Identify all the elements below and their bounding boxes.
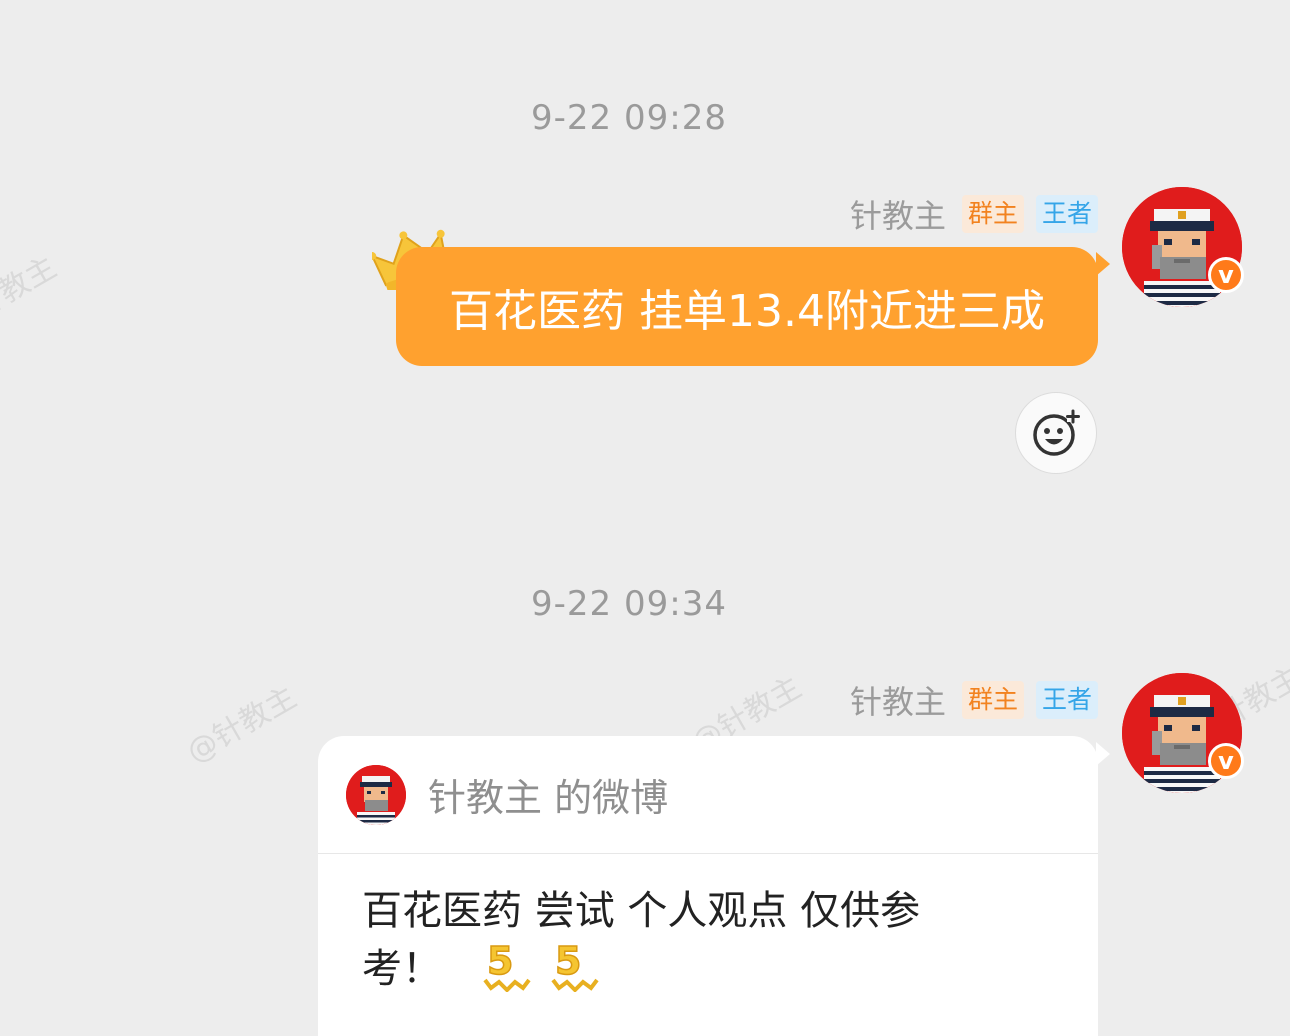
card-header: 针教主 的微博 [318, 736, 1098, 854]
watermark: @针教主 [0, 249, 63, 341]
avatar[interactable]: v [1122, 673, 1244, 793]
message-timestamp: 9-22 09:34 [531, 584, 727, 624]
message-timestamp: 9-22 09:28 [531, 98, 727, 138]
card-body: 百花医药 尝试 个人观点 仅供参 考！ 5 5 [318, 854, 1098, 998]
sender-row: 针教主 群主 王者 [850, 191, 1098, 237]
owner-badge: 群主 [961, 195, 1024, 233]
add-reaction-button[interactable] [1015, 392, 1097, 474]
watermark: @针教主 [181, 679, 303, 771]
card-text-line: 百花医药 尝试 个人观点 仅供参 [362, 888, 921, 934]
svg-text:5: 5 [555, 940, 581, 983]
message-bubble[interactable]: 百花医药 挂单13.4附近进三成 [396, 247, 1098, 366]
verified-v-icon: v [1208, 743, 1244, 779]
card-title: 针教主 的微博 [428, 776, 669, 820]
add-emoji-icon [1033, 409, 1080, 456]
message-text: 百花医药 挂单13.4附近进三成 [449, 285, 1045, 337]
avatar[interactable]: v [1122, 187, 1244, 307]
sender-name[interactable]: 针教主 [850, 677, 946, 723]
card-text-line-2: 考！ 5 5 [362, 940, 1054, 998]
five-stars-emoji-icon: 5 [551, 940, 600, 992]
sender-name[interactable]: 针教主 [850, 191, 946, 237]
rank-badge: 王者 [1035, 681, 1098, 719]
card-avatar [346, 764, 406, 825]
rank-badge: 王者 [1035, 195, 1098, 233]
svg-text:5: 5 [487, 940, 513, 983]
five-stars-emoji-icon: 5 [483, 940, 531, 992]
owner-badge: 群主 [961, 681, 1024, 719]
sender-row: 针教主 群主 王者 [850, 677, 1098, 723]
card-text: 考！ [362, 946, 442, 992]
bubble-tail [1096, 252, 1110, 276]
weibo-share-card[interactable]: 针教主 的微博 百花医药 尝试 个人观点 仅供参 考！ 5 5 [318, 736, 1098, 1036]
verified-v-icon: v [1208, 257, 1244, 293]
bubble-tail [1096, 742, 1110, 766]
avatar-image [346, 764, 406, 825]
